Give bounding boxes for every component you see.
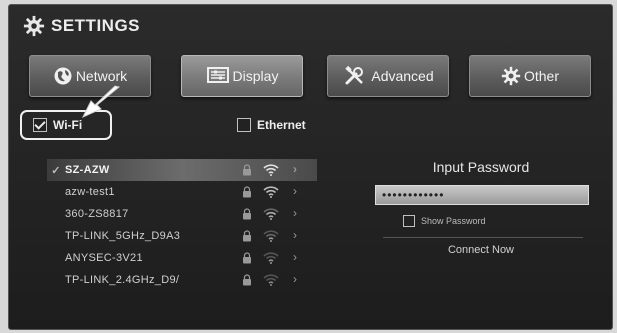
settings-screen: SETTINGS Network Display Advanced Other … (8, 4, 613, 330)
wifi-signal-icon (263, 164, 279, 176)
wifi-network-list: ✓ SZ-AZW › azw-test1 › 360-ZS8817 › TP-L… (47, 159, 317, 291)
lock-icon (243, 252, 251, 264)
tools-icon (345, 66, 364, 85)
network-ssid: TP-LINK_2.4GHz_D9/ (65, 274, 180, 286)
network-row[interactable]: ANYSEC-3V21 › (47, 247, 317, 269)
wifi-signal-icon (263, 274, 279, 286)
page-title: SETTINGS (23, 15, 140, 37)
display-icon (206, 67, 229, 83)
tab-other-label: Other (523, 68, 559, 84)
chevron-right-icon: › (293, 272, 298, 286)
tab-other[interactable]: Other (469, 55, 591, 97)
ethernet-option[interactable]: Ethernet (237, 118, 306, 132)
tab-advanced[interactable]: Advanced (327, 55, 449, 97)
password-input[interactable]: •••••••••••• (375, 185, 589, 205)
tab-display[interactable]: Display (181, 55, 303, 97)
wifi-signal-icon (263, 186, 279, 198)
show-password-label: Show Password (421, 216, 486, 226)
network-row[interactable]: ✓ SZ-AZW › (47, 159, 317, 181)
password-title: Input Password (432, 159, 530, 175)
gear-icon (23, 15, 45, 37)
ethernet-checkbox[interactable] (237, 118, 251, 132)
wifi-checkbox[interactable] (33, 118, 47, 132)
lock-icon (243, 208, 251, 220)
lock-icon (243, 230, 251, 242)
password-panel: Input Password •••••••••••• Show Passwor… (373, 159, 589, 256)
wifi-signal-icon (263, 230, 279, 242)
wifi-option[interactable]: Wi-Fi (33, 118, 82, 132)
tab-display-label: Display (232, 68, 279, 84)
wifi-signal-icon (263, 252, 279, 264)
network-ssid: 360-ZS8817 (65, 208, 129, 220)
pointer-arrow-icon (81, 85, 121, 119)
divider (383, 237, 583, 238)
network-row[interactable]: 360-ZS8817 › (47, 203, 317, 225)
tab-advanced-label: Advanced (371, 68, 434, 84)
connect-now-button[interactable]: Connect Now (373, 244, 589, 256)
network-row[interactable]: TP-LINK_5GHz_D9A3 › (47, 225, 317, 247)
connected-check-icon: ✓ (51, 164, 61, 177)
chevron-right-icon: › (293, 184, 298, 198)
chevron-right-icon: › (293, 250, 298, 264)
network-ssid: ANYSEC-3V21 (65, 252, 143, 264)
network-ssid: SZ-AZW (65, 164, 110, 176)
show-password-option[interactable]: Show Password (403, 215, 589, 227)
tab-network-label: Network (75, 68, 128, 84)
lock-icon (243, 164, 251, 176)
show-password-checkbox[interactable] (403, 215, 415, 227)
network-row[interactable]: azw-test1 › (47, 181, 317, 203)
chevron-right-icon: › (293, 228, 298, 242)
wifi-label: Wi-Fi (53, 118, 83, 132)
lock-icon (243, 186, 251, 198)
gear-icon (501, 66, 521, 86)
lock-icon (243, 274, 251, 286)
ethernet-label: Ethernet (257, 118, 306, 132)
chevron-right-icon: › (293, 162, 298, 176)
network-ssid: TP-LINK_5GHz_D9A3 (65, 230, 181, 242)
chevron-right-icon: › (293, 206, 298, 220)
wifi-signal-icon (263, 208, 279, 220)
page-title-text: SETTINGS (51, 16, 141, 35)
network-row[interactable]: TP-LINK_2.4GHz_D9/ › (47, 269, 317, 291)
network-ssid: azw-test1 (65, 186, 115, 198)
globe-icon (54, 67, 72, 85)
